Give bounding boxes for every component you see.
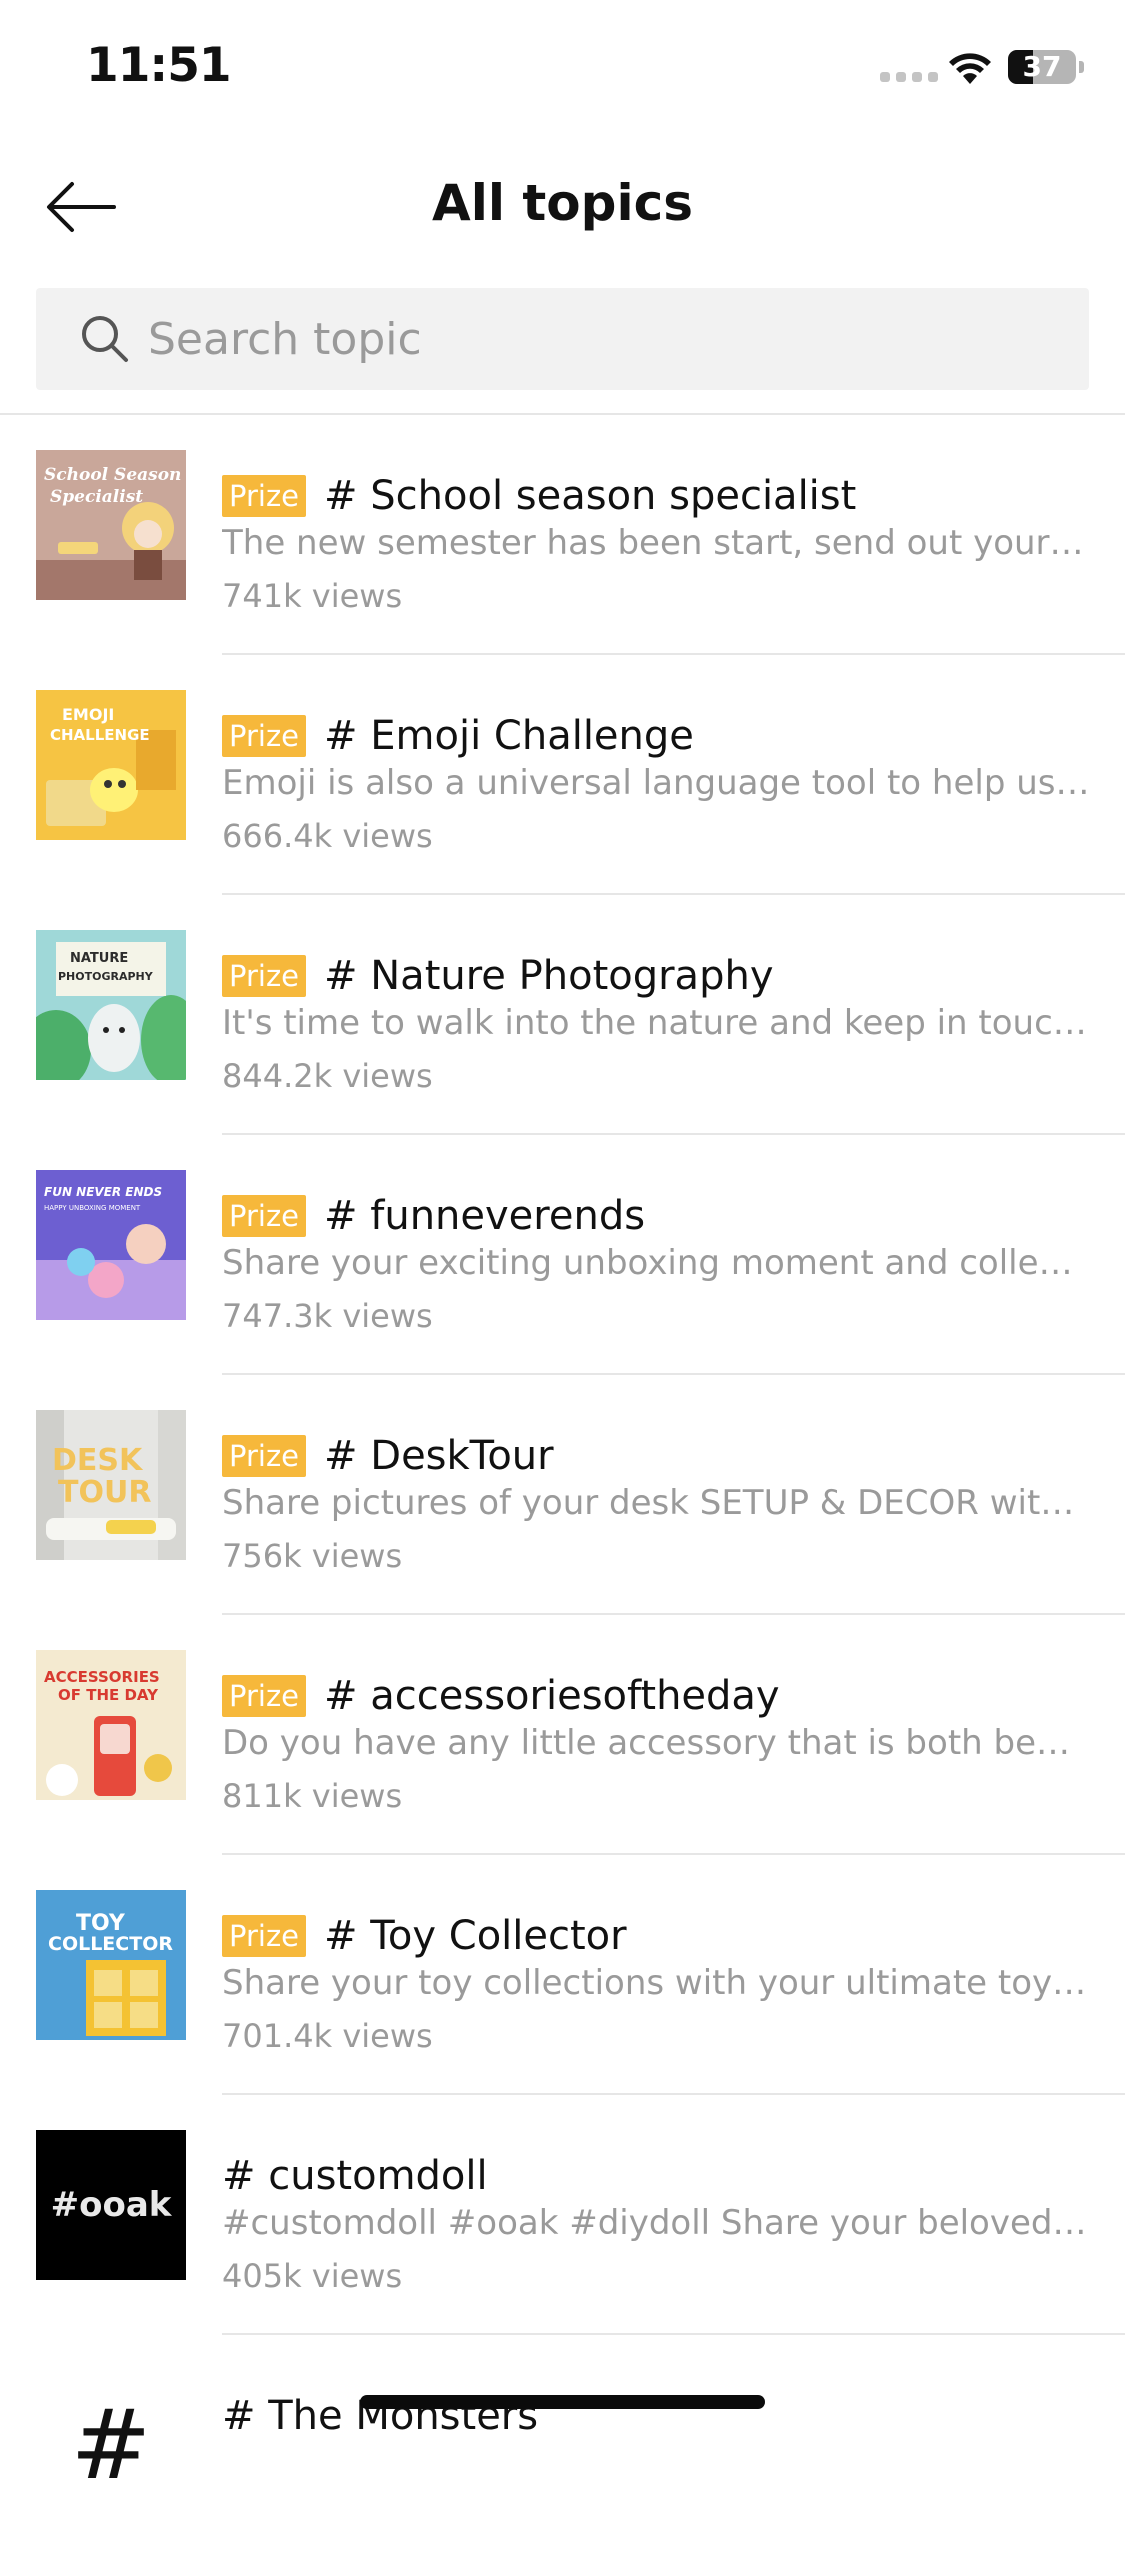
topic-item[interactable]: DESK TOUR Prize # DeskTour Share picture… <box>0 1375 1125 1615</box>
topic-thumbnail: TOY COLLECTOR <box>36 1890 186 2040</box>
thumbnail-subtitle: PHOTOGRAPHY <box>58 970 154 983</box>
status-bar: 11:51 37 <box>0 0 1125 140</box>
topic-views: 844.2k views <box>222 1057 433 1095</box>
search-input[interactable] <box>148 288 1048 390</box>
topic-views: 405k views <box>222 2257 403 2295</box>
prize-badge: Prize <box>222 1435 307 1477</box>
cellular-signal-icon <box>880 72 938 82</box>
topic-thumbnail: #ooak <box>36 2130 186 2280</box>
topic-description: The new semester has been start, send ou… <box>222 523 1090 563</box>
topic-item[interactable]: School Season Specialist Prize # School … <box>0 415 1125 655</box>
thumbnail-subtitle: CHALLENGE <box>50 726 150 744</box>
topic-title: # accessoriesoftheday <box>324 1673 780 1719</box>
topic-item[interactable]: TOY COLLECTOR Prize # Toy Collector Shar… <box>0 1855 1125 2095</box>
prize-badge: Prize <box>222 1675 307 1717</box>
topic-thumbnail: FUN NEVER ENDS HAPPY UNBOXING MOMENT <box>36 1170 186 1320</box>
topic-title: # School season specialist <box>324 473 857 519</box>
topic-description: #customdoll #ooak #diydoll Share your be… <box>222 2203 1090 2243</box>
topic-views: 741k views <box>222 577 403 615</box>
topic-title: # Nature Photography <box>324 953 774 999</box>
topic-views: 756k views <box>222 1537 403 1575</box>
thumbnail-title: School Season <box>44 465 181 485</box>
thumbnail-subtitle: OF THE DAY <box>58 1686 159 1704</box>
topic-views: 666.4k views <box>222 817 433 855</box>
topic-thumbnail: DESK TOUR <box>36 1410 186 1560</box>
topic-description: Do you have any little accessory that is… <box>222 1723 1090 1763</box>
thumbnail-title: # <box>71 2389 151 2501</box>
search-icon <box>82 316 128 362</box>
topic-views: 747.3k views <box>222 1297 433 1335</box>
page-title: All topics <box>432 174 693 232</box>
thumbnail-subtitle: Specialist <box>50 487 143 507</box>
wifi-icon <box>949 53 991 84</box>
thumbnail-title: EMOJI <box>62 705 114 724</box>
prize-badge: Prize <box>222 475 307 517</box>
prize-badge: Prize <box>222 1195 307 1237</box>
thumbnail-title: DESK <box>52 1443 144 1478</box>
topic-thumbnail: NATURE PHOTOGRAPHY <box>36 930 186 1080</box>
topic-views: 701.4k views <box>222 2017 433 2055</box>
topic-item[interactable]: NATURE PHOTOGRAPHY Prize # Nature Photog… <box>0 895 1125 1135</box>
thumbnail-subtitle: COLLECTOR <box>48 1933 173 1955</box>
topic-description: It's time to walk into the nature and ke… <box>222 1003 1090 1043</box>
prize-badge: Prize <box>222 1915 307 1957</box>
topic-title: # funneverends <box>324 1193 646 1239</box>
topic-title: # customdoll <box>222 2153 488 2199</box>
thumbnail-subtitle: TOUR <box>58 1475 151 1510</box>
topic-title: # Emoji Challenge <box>324 713 694 759</box>
topic-title: # Toy Collector <box>324 1913 627 1959</box>
prize-badge: Prize <box>222 715 307 757</box>
battery-nub <box>1079 61 1084 73</box>
topic-thumbnail: ACCESSORIES OF THE DAY <box>36 1650 186 1800</box>
topic-description: Share pictures of your desk SETUP & DECO… <box>222 1483 1090 1523</box>
battery-icon: 37 <box>1008 50 1076 84</box>
home-indicator <box>360 2395 765 2409</box>
topic-item[interactable]: ACCESSORIES OF THE DAY Prize # accessori… <box>0 1615 1125 1855</box>
topic-thumbnail: # <box>36 2370 186 2520</box>
nav-header: All topics <box>0 140 1125 280</box>
topic-views: 811k views <box>222 1777 403 1815</box>
topic-thumbnail: EMOJI CHALLENGE <box>36 690 186 840</box>
thumbnail-title: NATURE <box>70 951 128 966</box>
topic-item[interactable]: #ooak # customdoll #customdoll #ooak #di… <box>0 2095 1125 2335</box>
thumbnail-title: FUN NEVER ENDS <box>44 1185 162 1199</box>
topic-thumbnail: School Season Specialist <box>36 450 186 600</box>
topic-description: Emoji is also a universal language tool … <box>222 763 1090 803</box>
topic-title: # DeskTour <box>324 1433 554 1479</box>
topic-list: School Season Specialist Prize # School … <box>0 415 1125 2575</box>
thumbnail-title: #ooak <box>51 2185 173 2225</box>
thumbnail-title: ACCESSORIES <box>44 1668 160 1686</box>
search-bar[interactable] <box>36 288 1089 390</box>
topic-item[interactable]: # # The Monsters <box>0 2335 1125 2575</box>
topic-item[interactable]: FUN NEVER ENDS HAPPY UNBOXING MOMENT Pri… <box>0 1135 1125 1375</box>
topic-description: Share your exciting unboxing moment and … <box>222 1243 1090 1283</box>
thumbnail-subtitle: HAPPY UNBOXING MOMENT <box>44 1204 141 1212</box>
topic-description: Share your toy collections with your ult… <box>222 1963 1090 2003</box>
prize-badge: Prize <box>222 955 307 997</box>
status-time: 11:51 <box>86 38 232 93</box>
topic-item[interactable]: EMOJI CHALLENGE Prize # Emoji Challenge … <box>0 655 1125 895</box>
battery-level: 37 <box>1022 50 1062 83</box>
